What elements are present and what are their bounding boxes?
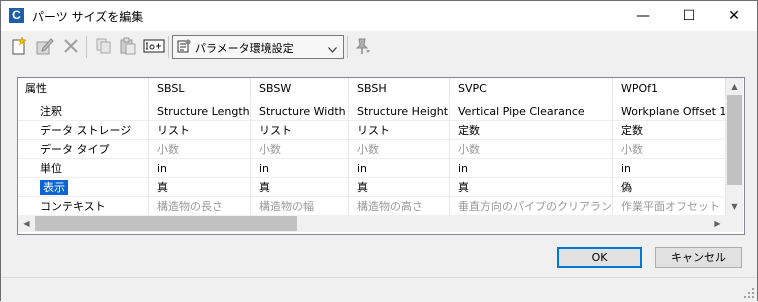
horizontal-scroll-thumb[interactable] — [35, 216, 297, 231]
row-label: データ タイプ — [18, 140, 149, 159]
window-title: パーツ サイズを編集 — [32, 10, 144, 24]
table-cell[interactable]: 真 — [149, 178, 251, 197]
column-header[interactable]: SBSL — [149, 78, 251, 100]
preset-label: パラメータ環境設定 — [195, 42, 294, 55]
pin-icon[interactable] — [353, 36, 373, 56]
status-bar — [1, 277, 757, 301]
column-header[interactable]: SBSH — [349, 78, 450, 100]
scroll-up-icon[interactable]: ▲ — [726, 78, 743, 95]
title-bar: C パーツ サイズを編集 — ☐ ✕ — [1, 1, 757, 31]
new-parameter-icon[interactable] — [10, 36, 30, 56]
table-cell[interactable]: in — [450, 159, 613, 178]
column-header[interactable]: SVPC — [450, 78, 613, 100]
table-cell[interactable]: Structure Width — [251, 102, 349, 121]
table-cell[interactable]: 小数 — [251, 140, 349, 159]
parameter-preset-dropdown[interactable]: パラメータ環境設定 — [172, 35, 344, 59]
table-cell[interactable]: 作業平面オフセット — [613, 197, 726, 216]
minimize-button[interactable]: — — [620, 1, 666, 31]
toolbar-separator — [168, 36, 169, 58]
row-label-selected[interactable]: 表示 — [18, 178, 149, 197]
edit-part-sizes-dialog: C パーツ サイズを編集 — ☐ ✕ パラメータ環境設定 属性 SBSL SBS… — [0, 0, 758, 301]
table-cell[interactable]: 小数 — [450, 140, 613, 159]
chevron-down-icon — [328, 43, 337, 56]
grid-header: 属性 SBSL SBSW SBSH SVPC WPOf1 — [18, 78, 726, 100]
scroll-right-icon[interactable]: ▶ — [709, 215, 726, 232]
table-cell[interactable]: 構造物の幅 — [251, 197, 349, 216]
table-cell[interactable]: in — [149, 159, 251, 178]
row-label: コンテキスト — [18, 197, 149, 216]
selected-row-label: 表示 — [40, 180, 68, 195]
paste-icon[interactable] — [118, 36, 138, 56]
table-cell[interactable]: Structure Length — [149, 102, 251, 121]
settings-icon — [177, 39, 191, 56]
table-cell[interactable]: リスト — [349, 121, 450, 140]
table-cell[interactable]: 小数 — [613, 140, 726, 159]
toolbar-separator — [86, 36, 87, 58]
table-cell[interactable]: 定数 — [613, 121, 726, 140]
table-cell[interactable]: 真 — [349, 178, 450, 197]
row-label: 注釈 — [18, 102, 149, 121]
table-cell[interactable]: Vertical Pipe Clearance — [450, 102, 613, 121]
table-cell[interactable]: リスト — [149, 121, 251, 140]
vertical-scroll-thumb[interactable] — [727, 95, 742, 185]
resize-grip-icon[interactable] — [743, 287, 755, 299]
table-cell[interactable]: in — [251, 159, 349, 178]
delete-icon[interactable] — [61, 36, 81, 56]
ok-button[interactable]: OK — [557, 247, 642, 268]
toolbar: パラメータ環境設定 — [1, 32, 757, 62]
table-cell[interactable]: 真 — [251, 178, 349, 197]
table-row[interactable]: 単位 in in in in in — [18, 159, 726, 178]
table-row[interactable]: 表示 真 真 真 真 偽 — [18, 178, 726, 197]
table-cell[interactable]: リスト — [251, 121, 349, 140]
table-cell[interactable]: 偽 — [613, 178, 726, 197]
column-header[interactable]: SBSW — [251, 78, 349, 100]
scroll-down-icon[interactable]: ▼ — [726, 198, 743, 215]
table-cell[interactable]: 構造物の高さ — [349, 197, 450, 216]
horizontal-scrollbar[interactable]: ◀ ▶ — [18, 215, 726, 232]
table-row[interactable]: コンテキスト 構造物の長さ 構造物の幅 構造物の高さ 垂直方向のパイプのクリアラ… — [18, 197, 726, 216]
table-cell[interactable]: in — [613, 159, 726, 178]
table-cell[interactable]: Structure Height — [349, 102, 450, 121]
table-row[interactable]: 注釈 Structure Length Structure Width Stru… — [18, 102, 726, 121]
toolbar-separator — [347, 36, 348, 58]
app-logo-icon: C — [9, 8, 24, 23]
close-button[interactable]: ✕ — [711, 1, 757, 31]
table-cell[interactable]: 定数 — [450, 121, 613, 140]
parameter-grid[interactable]: 属性 SBSL SBSW SBSH SVPC WPOf1 注釈 Structur… — [17, 77, 745, 235]
table-row[interactable]: データ ストレージ リスト リスト リスト 定数 定数 — [18, 121, 726, 140]
table-cell[interactable]: Workplane Offset 1 — [613, 102, 726, 121]
maximize-button[interactable]: ☐ — [666, 1, 712, 31]
row-label: 単位 — [18, 159, 149, 178]
edit-icon[interactable] — [35, 36, 55, 56]
table-cell[interactable]: 構造物の長さ — [149, 197, 251, 216]
row-label: データ ストレージ — [18, 121, 149, 140]
scroll-left-icon[interactable]: ◀ — [18, 215, 35, 232]
table-cell[interactable]: 小数 — [349, 140, 450, 159]
vertical-scrollbar[interactable]: ▲ ▼ — [726, 78, 743, 215]
cancel-button[interactable]: キャンセル — [655, 247, 742, 268]
column-header[interactable]: WPOf1 — [613, 78, 726, 100]
table-cell[interactable]: 小数 — [149, 140, 251, 159]
table-cell[interactable]: 真 — [450, 178, 613, 197]
column-header[interactable]: 属性 — [18, 78, 149, 100]
table-cell[interactable]: 垂直方向のパイプのクリアランス — [450, 197, 613, 216]
table-cell[interactable]: in — [349, 159, 450, 178]
copy-icon[interactable] — [94, 36, 114, 56]
table-row[interactable]: データ タイプ 小数 小数 小数 小数 小数 — [18, 140, 726, 159]
scrollbar-corner — [726, 215, 743, 232]
rename-field-icon[interactable] — [143, 36, 165, 56]
